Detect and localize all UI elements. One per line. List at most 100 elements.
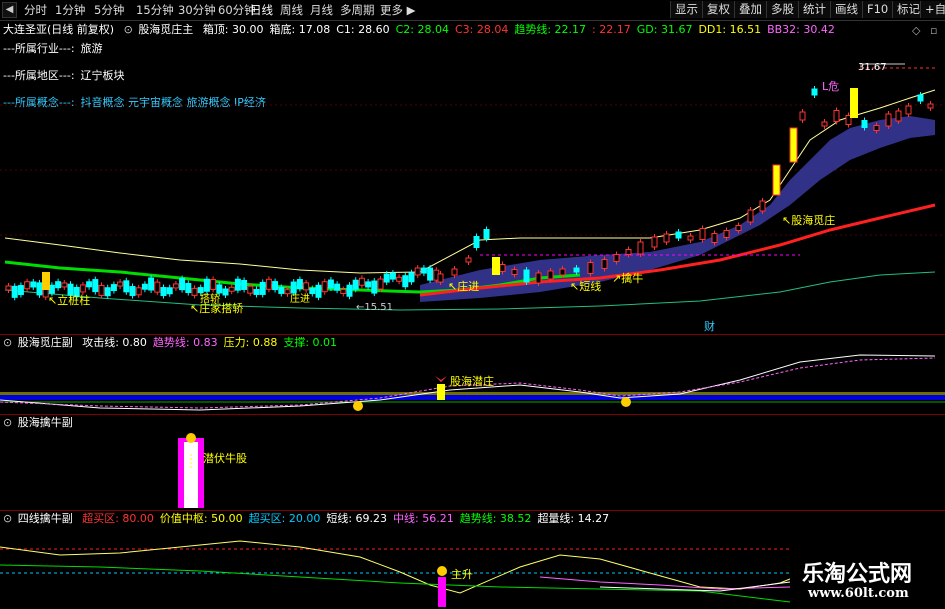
toolbar-button-2[interactable]: 叠加 bbox=[734, 1, 766, 18]
period-tab-7[interactable]: 周线 bbox=[280, 3, 303, 17]
period-tab-10[interactable]: 更多 ▶ bbox=[380, 3, 416, 17]
candle bbox=[86, 281, 93, 288]
candle bbox=[759, 200, 766, 212]
stand-pillar-label: ↖立桩柱 bbox=[48, 294, 91, 307]
candle bbox=[98, 284, 105, 296]
indicator-value-3: 支撑: 0.01 bbox=[283, 336, 338, 349]
period-tab-9[interactable]: 多周期 bbox=[340, 3, 375, 17]
candle bbox=[160, 287, 167, 297]
candle bbox=[265, 278, 272, 290]
candle bbox=[473, 236, 480, 248]
toolbar-button-6[interactable]: F10 bbox=[862, 1, 893, 18]
candle bbox=[272, 281, 279, 291]
candle bbox=[11, 285, 18, 298]
candle bbox=[141, 283, 148, 290]
money-bag-icon bbox=[186, 433, 196, 443]
watermark-url: www.60lt.com bbox=[808, 586, 909, 601]
candle bbox=[396, 276, 403, 282]
period-tab-4[interactable]: 30分钟 bbox=[178, 3, 216, 17]
grab-bull-label: ↗擒牛 bbox=[612, 272, 644, 285]
wealth-label: 财 bbox=[704, 320, 715, 333]
indicator-value-5: 趋势线: 38.52 bbox=[459, 512, 532, 525]
back-arrow-icon[interactable]: ◀ bbox=[2, 2, 17, 18]
candle bbox=[437, 273, 444, 283]
dropdown-icon[interactable]: ⊙ bbox=[3, 336, 12, 349]
candle bbox=[179, 278, 186, 291]
candle bbox=[799, 111, 806, 121]
panel2-header: ⊙ 股海觅庄副 攻击线: 0.80 趋势线: 0.83 压力: 0.88 支撑: 0.… bbox=[3, 336, 349, 350]
seek-dealer-label: ↖股海觅庄 bbox=[782, 214, 836, 227]
candle bbox=[36, 282, 43, 296]
candle bbox=[352, 279, 359, 290]
candle bbox=[278, 286, 285, 294]
toolbar-button-1[interactable]: 复权 bbox=[702, 1, 734, 18]
dropdown-icon[interactable]: ⊙ bbox=[3, 512, 12, 525]
candle bbox=[253, 288, 260, 295]
candle bbox=[303, 282, 310, 291]
indicator-value-0: 超买区: 80.00 bbox=[82, 512, 154, 525]
candle bbox=[651, 236, 658, 248]
candle bbox=[535, 272, 542, 284]
candle bbox=[905, 105, 912, 115]
candle bbox=[885, 113, 892, 127]
candle bbox=[129, 286, 136, 297]
candle bbox=[861, 120, 868, 128]
candle bbox=[371, 280, 378, 294]
money-bag-icon bbox=[621, 397, 631, 407]
candle bbox=[377, 278, 384, 290]
candle bbox=[821, 121, 828, 127]
indicator-value-1: 趋势线: 0.83 bbox=[152, 336, 218, 349]
period-tab-2[interactable]: 5分钟 bbox=[94, 3, 124, 17]
candle bbox=[389, 272, 396, 280]
panel3-signal: 潜伏牛股 bbox=[203, 452, 247, 465]
signal-bar bbox=[772, 164, 781, 196]
indicator-value-2: 超买区: 20.00 bbox=[248, 512, 321, 525]
candle bbox=[427, 267, 434, 281]
toolbar-button-3[interactable]: 多股 bbox=[766, 1, 798, 18]
candle bbox=[117, 281, 124, 287]
candle bbox=[61, 282, 68, 288]
panel4-title[interactable]: 四线擒牛副 bbox=[18, 512, 73, 525]
candle bbox=[346, 284, 353, 297]
candle bbox=[523, 269, 530, 283]
candle bbox=[699, 228, 706, 240]
candle bbox=[408, 272, 415, 283]
period-tab-8[interactable]: 月线 bbox=[310, 3, 333, 17]
toolbar-button-4[interactable]: 统计 bbox=[798, 1, 830, 18]
toolbar-button-8[interactable]: +自选 bbox=[920, 1, 945, 18]
candle bbox=[55, 281, 62, 289]
toolbar-button-0[interactable]: 显示 bbox=[670, 1, 702, 18]
candle bbox=[327, 279, 334, 289]
period-tab-3[interactable]: 15分钟 bbox=[136, 3, 174, 17]
period-tab-6[interactable]: 日线 bbox=[250, 3, 273, 17]
indicator-value-2: 压力: 0.88 bbox=[223, 336, 278, 349]
high-price-label: 31.67 bbox=[858, 62, 887, 73]
candle bbox=[420, 267, 427, 274]
bull-icon bbox=[435, 376, 447, 382]
signal-bar bbox=[437, 384, 445, 400]
indicator-value-4: 中线: 56.21 bbox=[393, 512, 454, 525]
candle bbox=[414, 267, 421, 276]
candle bbox=[895, 110, 902, 122]
period-tab-0[interactable]: 分时 bbox=[24, 3, 47, 17]
candle bbox=[148, 277, 155, 291]
candle bbox=[191, 287, 198, 296]
candle bbox=[687, 235, 694, 241]
toolbar-button-5[interactable]: 画线 bbox=[830, 1, 862, 18]
up-arrow-icon bbox=[437, 566, 447, 576]
indicator-value-0: 攻击线: 0.80 bbox=[82, 336, 147, 349]
candle bbox=[30, 281, 37, 288]
candle bbox=[228, 286, 235, 292]
panel3-chart[interactable] bbox=[0, 414, 945, 510]
candle bbox=[735, 225, 742, 231]
period-tab-1[interactable]: 1分钟 bbox=[55, 3, 85, 17]
candle bbox=[259, 281, 266, 295]
candle bbox=[663, 233, 670, 243]
panel2-title[interactable]: 股海觅庄副 bbox=[18, 336, 73, 349]
low-price-label: ←15.51 bbox=[356, 302, 394, 313]
indicator-value-1: 价值中枢: 50.00 bbox=[159, 512, 243, 525]
candle bbox=[547, 270, 554, 280]
indicator-value-6: 超量线: 14.27 bbox=[537, 512, 610, 525]
short-line-label: ↖短线 bbox=[570, 280, 602, 293]
small-label: 庄进 bbox=[290, 294, 310, 305]
